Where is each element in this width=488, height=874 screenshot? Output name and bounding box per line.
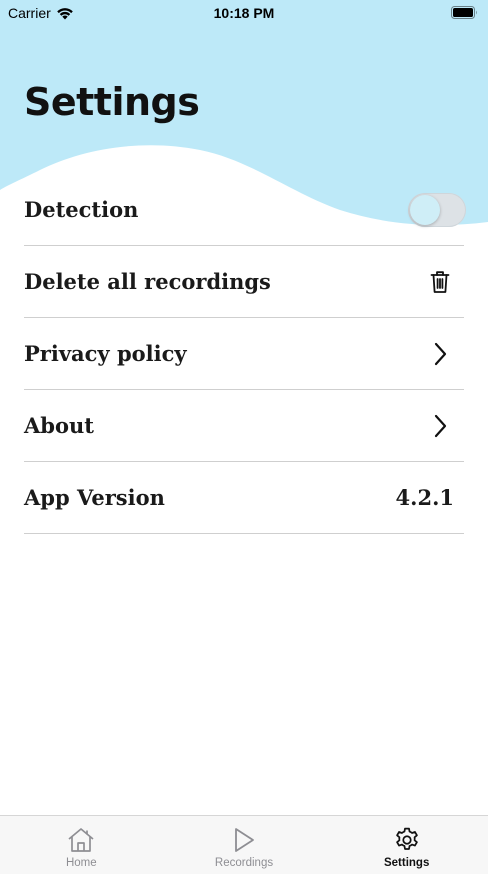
status-bar: Carrier 10:18 PM: [0, 0, 488, 26]
detection-label: Detection: [24, 197, 139, 222]
tab-recordings-label: Recordings: [214, 857, 274, 869]
home-icon: [66, 826, 96, 854]
privacy-policy-row[interactable]: Privacy policy: [24, 318, 464, 390]
play-icon: [232, 826, 256, 854]
about-label: About: [24, 413, 94, 438]
tab-settings-label: Settings: [383, 857, 430, 869]
tab-home[interactable]: Home: [0, 816, 163, 874]
tab-home-label: Home: [65, 857, 97, 869]
detection-row: Detection: [24, 174, 466, 246]
tab-recordings[interactable]: Recordings: [163, 816, 326, 874]
app-version-label: App Version: [24, 485, 165, 510]
tab-bar: Home Recordings Settings: [0, 815, 488, 874]
about-row[interactable]: About: [24, 390, 464, 462]
delete-all-recordings-label: Delete all recordings: [24, 269, 271, 294]
privacy-policy-label: Privacy policy: [24, 341, 187, 366]
page-title: Settings: [24, 80, 200, 124]
detection-toggle[interactable]: [408, 192, 466, 227]
delete-all-recordings-row[interactable]: Delete all recordings: [24, 246, 464, 318]
app-version-value: 4.2.1: [395, 485, 454, 510]
battery-icon: [451, 6, 477, 19]
gear-icon: [393, 826, 421, 854]
tab-settings[interactable]: Settings: [325, 816, 488, 874]
chevron-right-icon: [426, 412, 454, 440]
status-time: 10:18 PM: [213, 5, 275, 21]
toggle-knob: [410, 194, 440, 225]
trash-icon[interactable]: [426, 268, 454, 296]
settings-list: Detection Delete all recordings Privacy …: [0, 174, 488, 534]
chevron-right-icon: [426, 340, 454, 368]
app-version-row: App Version 4.2.1: [24, 462, 464, 534]
